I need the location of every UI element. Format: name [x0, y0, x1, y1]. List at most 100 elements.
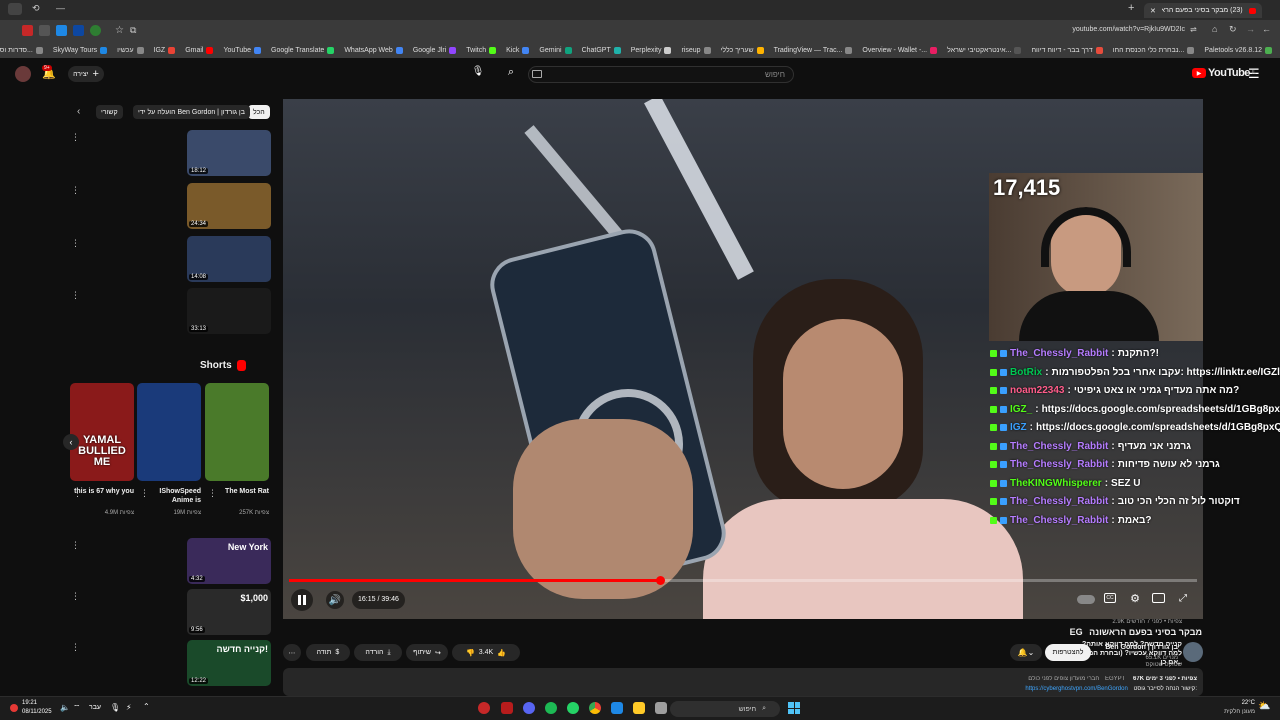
- more-options-icon[interactable]: ⋮: [73, 488, 82, 499]
- new-tab-button[interactable]: +: [1128, 2, 1134, 14]
- bookmark-item[interactable]: riseup: [681, 46, 711, 54]
- dislike-icon[interactable]: 👎: [466, 649, 475, 657]
- keyboard-icon[interactable]: [532, 70, 542, 78]
- short-thumbnail[interactable]: [137, 383, 201, 481]
- video-thumbnail[interactable]: $1,000 9:56: [187, 589, 271, 635]
- back-icon[interactable]: ←: [1262, 24, 1271, 34]
- bookmark-item[interactable]: אינטראקטיבי ישראל...: [947, 46, 1022, 54]
- more-options-icon[interactable]: ⋮: [71, 185, 80, 196]
- extension-icon[interactable]: [73, 25, 84, 36]
- mic-icon[interactable]: 🎙: [470, 66, 486, 82]
- more-options-icon[interactable]: ⋮: [208, 488, 217, 499]
- star-icon[interactable]: ☆: [115, 25, 124, 36]
- chrome-taskbar-icon[interactable]: [589, 702, 601, 714]
- video-thumbnail[interactable]: 24:34: [187, 183, 271, 229]
- language-indicator[interactable]: עבר: [89, 704, 101, 711]
- video-thumbnail[interactable]: 14:08: [187, 236, 271, 282]
- install-icon[interactable]: ⧉: [130, 25, 136, 36]
- bookmark-item[interactable]: עכשיו: [117, 46, 144, 54]
- bookmark-item[interactable]: Perplexity: [631, 46, 672, 54]
- chevron-left-icon[interactable]: ‹: [77, 106, 80, 117]
- search-button[interactable]: ⌕: [500, 66, 522, 82]
- bookmark-item[interactable]: IGZ: [154, 46, 176, 54]
- tab-search-icon[interactable]: [8, 3, 22, 15]
- active-tab[interactable]: (23) מבקר בסיני בפעם הרא... ✕: [1144, 3, 1262, 18]
- forward-icon[interactable]: →: [1246, 24, 1255, 34]
- reload-icon[interactable]: ↻: [1229, 24, 1237, 35]
- description-link[interactable]: https://cyberghostvpn.com/BenGordon: [1025, 686, 1127, 692]
- weather-icon[interactable]: ⛅: [1258, 701, 1270, 712]
- home-icon[interactable]: ⌂: [1212, 24, 1217, 34]
- autoplay-toggle[interactable]: [1077, 595, 1095, 604]
- menu-icon[interactable]: —: [56, 3, 65, 13]
- more-actions-button[interactable]: ⋯: [283, 644, 301, 661]
- short-thumbnail[interactable]: YAMAL BULLIED ME: [70, 383, 134, 481]
- bookmark-item[interactable]: Kick: [506, 46, 530, 54]
- bookmark-item[interactable]: TradingView — Trac...: [774, 46, 853, 54]
- taskbar-search[interactable]: חיפוש ⌕: [670, 701, 780, 717]
- bookmark-item[interactable]: Gmail: [185, 46, 214, 54]
- youtube-logo[interactable]: ▶ YouTube IL: [1192, 67, 1256, 79]
- subtitles-icon[interactable]: CC: [1104, 593, 1116, 603]
- windows-start-icon[interactable]: [788, 702, 800, 714]
- tune-icon[interactable]: ⇌: [1190, 25, 1197, 34]
- more-options-icon[interactable]: ⋮: [71, 642, 80, 653]
- channel-avatar[interactable]: [1183, 642, 1203, 662]
- back-history-icon[interactable]: ⟲: [32, 3, 40, 14]
- shorts-prev-icon[interactable]: ‹: [63, 434, 79, 450]
- video-thumbnail[interactable]: New York 4:32: [187, 538, 271, 584]
- file-explorer-taskbar-icon[interactable]: [633, 702, 645, 714]
- bookmark-item[interactable]: Paletools v26.8.12: [1204, 46, 1272, 54]
- download-button[interactable]: הורדה ⤓: [354, 644, 402, 661]
- short-thumbnail[interactable]: [205, 383, 269, 481]
- bookmark-item[interactable]: Overview - Wallet -...: [862, 46, 938, 54]
- subscribed-button[interactable]: 🔔⌄: [1010, 644, 1042, 661]
- share-button[interactable]: שיתוף ↪: [406, 644, 448, 661]
- bookmark-item[interactable]: שעריך כללי: [721, 46, 764, 54]
- clock-date[interactable]: 08/11/2025: [22, 709, 52, 715]
- bookmark-item[interactable]: סדרות וסרטים לצפיי...: [0, 46, 43, 54]
- video-thumbnail[interactable]: 33:13: [187, 288, 271, 334]
- mic-tray-icon[interactable]: 🎙: [110, 703, 120, 712]
- bookmark-item[interactable]: Twitch: [466, 46, 497, 54]
- progress-bar-track[interactable]: [289, 579, 1197, 582]
- bookmark-item[interactable]: SkyWay Tours: [53, 46, 108, 54]
- whatsapp-taskbar-icon[interactable]: [567, 702, 579, 714]
- video-thumbnail[interactable]: 18:12: [187, 130, 271, 176]
- bookmark-item[interactable]: Google Translate: [271, 46, 335, 54]
- speaker-icon[interactable]: 🔈: [60, 703, 70, 712]
- tab-close-icon[interactable]: ✕: [1150, 7, 1156, 15]
- bookmark-item[interactable]: Gemini: [539, 46, 572, 54]
- opera-taskbar-icon[interactable]: [478, 702, 490, 714]
- weather-temp[interactable]: 22°C: [1220, 700, 1255, 706]
- bookmark-item[interactable]: YouTube: [223, 46, 261, 54]
- create-button[interactable]: יצירה +: [68, 66, 104, 82]
- chip-all[interactable]: הכל: [248, 105, 270, 119]
- more-options-icon[interactable]: ⋮: [71, 238, 80, 249]
- photos-taskbar-icon[interactable]: [611, 702, 623, 714]
- notification-icon[interactable]: [10, 704, 18, 712]
- more-options-icon[interactable]: ⋮: [71, 540, 80, 551]
- bookmark-item[interactable]: Google Jlri: [413, 46, 457, 54]
- app-taskbar-icon[interactable]: [501, 702, 513, 714]
- tray-expand-icon[interactable]: ⌃: [143, 702, 150, 711]
- extension-icon[interactable]: [39, 25, 50, 36]
- battery-icon[interactable]: ⚡: [126, 703, 132, 712]
- bookmark-item[interactable]: ChatGPT: [582, 46, 621, 54]
- video-player[interactable]: 17,415: [283, 99, 1203, 619]
- search-input[interactable]: חיפוש: [528, 66, 794, 83]
- join-button[interactable]: להצטרפות: [1045, 644, 1091, 661]
- like-dislike-buttons[interactable]: 👎 3.4K 👍: [452, 644, 520, 661]
- extension-icon[interactable]: [56, 25, 67, 36]
- play-pause-button[interactable]: [291, 589, 313, 611]
- spotify-taskbar-icon[interactable]: [545, 702, 557, 714]
- more-options-icon[interactable]: ⋮: [71, 132, 80, 143]
- discord-taskbar-icon[interactable]: [523, 702, 535, 714]
- more-options-icon[interactable]: ⋮: [140, 488, 149, 499]
- extension-icon[interactable]: [22, 25, 33, 36]
- more-options-icon[interactable]: ⋮: [71, 591, 80, 602]
- account-avatar[interactable]: [15, 66, 31, 82]
- like-icon[interactable]: 👍: [497, 649, 506, 657]
- theater-mode-icon[interactable]: [1152, 593, 1165, 603]
- settings-gear-icon[interactable]: ⚙: [1128, 591, 1142, 605]
